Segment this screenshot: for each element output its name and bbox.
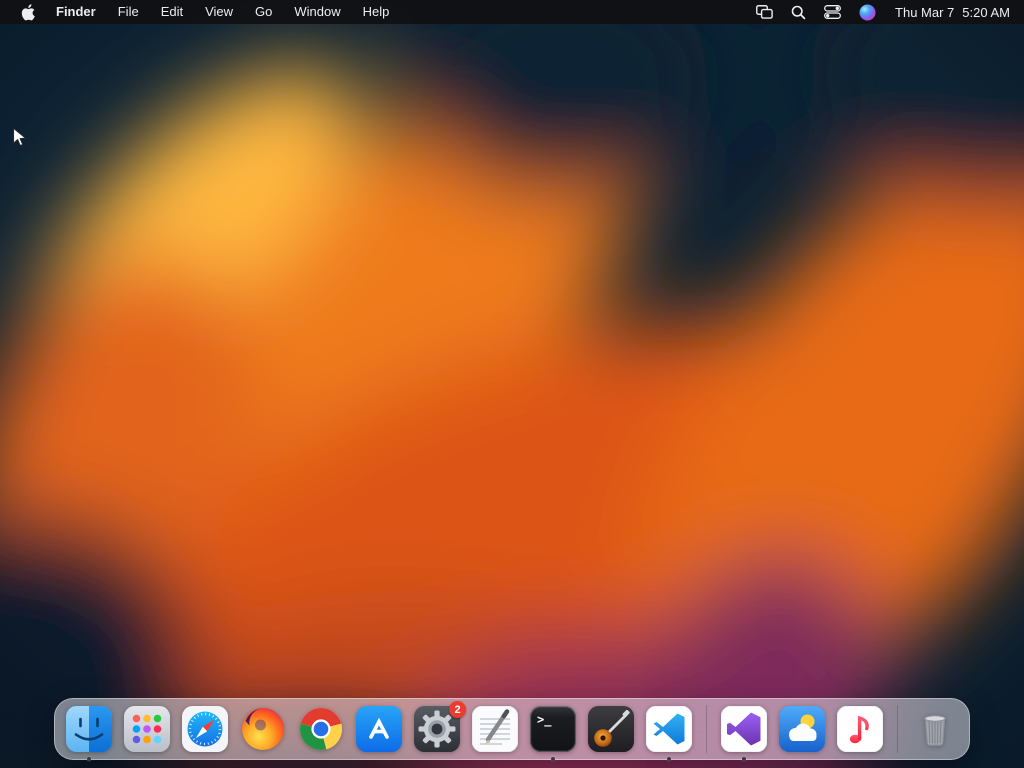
svg-text:>_: >_ — [537, 713, 552, 728]
dock-item-weather[interactable] — [779, 706, 825, 752]
spotlight-menu-button[interactable] — [782, 5, 815, 20]
safari-icon — [182, 706, 228, 752]
dock-item-garageband[interactable] — [588, 706, 634, 752]
dock-item-textedit[interactable] — [472, 706, 518, 752]
trash-icon — [924, 715, 946, 746]
menu-item-file[interactable]: File — [107, 0, 150, 24]
dock-divider — [897, 705, 898, 753]
mouse-cursor — [12, 127, 27, 147]
dock-item-chrome[interactable] — [298, 706, 344, 752]
firefox-icon — [242, 708, 284, 750]
dock-item-system-settings[interactable]: 2 — [414, 701, 466, 752]
menu-bar-left: Finder File Edit View Go Window Help — [0, 0, 400, 24]
dock-item-terminal[interactable]: >_ — [530, 706, 576, 761]
dock-item-app-store[interactable] — [356, 706, 402, 752]
desktop-wallpaper — [0, 0, 1024, 768]
stage-manager-icon — [756, 5, 773, 19]
apple-logo-icon — [21, 3, 35, 20]
music-icon — [837, 706, 883, 752]
launchpad-icon — [124, 706, 170, 752]
running-indicator — [551, 757, 555, 761]
menu-item-finder[interactable]: Finder — [45, 0, 107, 24]
siri-icon — [859, 4, 876, 20]
clock-date: Thu Mar 7 — [895, 4, 955, 20]
dock: 2 >_ — [54, 698, 970, 761]
menu-bar-clock[interactable]: Thu Mar 7 5:20 AM — [885, 5, 1010, 20]
app-store-icon — [356, 706, 402, 752]
dock-item-music[interactable] — [837, 706, 883, 752]
dock-item-firefox[interactable] — [240, 706, 286, 752]
visual-studio-icon — [721, 706, 767, 752]
dock-item-finder[interactable] — [66, 706, 112, 761]
dock-divider — [706, 705, 707, 753]
dock-item-safari[interactable] — [182, 706, 228, 752]
vscode-icon — [646, 706, 692, 752]
search-icon — [791, 5, 806, 19]
menu-item-view[interactable]: View — [194, 0, 244, 24]
dock-item-launchpad[interactable] — [124, 706, 170, 752]
menu-bar: Finder File Edit View Go Window Help Thu… — [0, 0, 1024, 24]
chrome-icon — [300, 708, 342, 750]
menu-item-help[interactable]: Help — [352, 0, 401, 24]
control-center-icon — [824, 5, 841, 19]
running-indicator — [87, 757, 91, 761]
siri-menu-button[interactable] — [850, 4, 885, 21]
menu-item-go[interactable]: Go — [244, 0, 283, 24]
weather-icon — [779, 706, 825, 752]
clock-time: 5:20 AM — [962, 4, 1010, 20]
menu-item-window[interactable]: Window — [283, 0, 351, 24]
notification-badge: 2 — [449, 701, 466, 718]
dock-item-vscode[interactable] — [646, 706, 692, 761]
terminal-icon: >_ — [530, 706, 576, 752]
dock-item-visual-studio[interactable] — [721, 706, 767, 761]
control-center-menu-button[interactable] — [815, 5, 850, 19]
stage-manager-menu-button[interactable] — [747, 5, 782, 19]
running-indicator — [667, 757, 671, 761]
finder-icon — [66, 706, 112, 752]
garageband-icon — [588, 706, 634, 752]
menu-item-edit[interactable]: Edit — [150, 0, 194, 24]
running-indicator — [742, 757, 746, 761]
menu-bar-status-area: Thu Mar 7 5:20 AM — [747, 4, 1024, 21]
textedit-icon — [472, 706, 518, 752]
apple-menu[interactable] — [8, 3, 45, 21]
dock-item-trash[interactable] — [912, 706, 958, 752]
